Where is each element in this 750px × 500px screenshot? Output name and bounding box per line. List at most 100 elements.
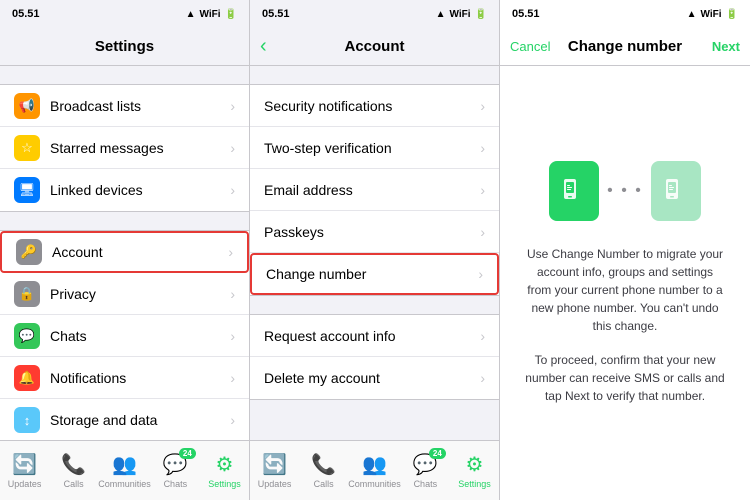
change-number-label: Change number	[266, 266, 478, 282]
signal-icon: ▲	[186, 9, 196, 20]
phone-icon-dark	[560, 177, 588, 205]
delete-account-item[interactable]: Delete my account ›	[250, 357, 499, 399]
communities-tab-label-2: Communities	[348, 479, 401, 489]
phone-card-dark	[549, 161, 599, 221]
change-number-desc1: Use Change Number to migrate your accoun…	[524, 245, 726, 335]
chats-tab-label: Chats	[164, 479, 188, 489]
settings-title: Settings	[95, 38, 154, 55]
passkeys-item[interactable]: Passkeys ›	[250, 211, 499, 253]
next-button[interactable]: Next	[712, 39, 740, 54]
status-bar-2: 05.51 ▲ WiFi 🔋	[250, 0, 499, 28]
calls-tab-icon: 📞	[61, 452, 86, 477]
account-panel: 05.51 ▲ WiFi 🔋 ‹ Account Security notifi…	[250, 0, 500, 500]
settings-tab-icon-2: ⚙	[465, 452, 483, 477]
change-number-nav-bar: Cancel Change number Next	[500, 28, 750, 66]
passkeys-label: Passkeys	[264, 224, 480, 240]
calls-tab-icon-2: 📞	[311, 452, 336, 477]
settings-tab-label-2: Settings	[458, 479, 491, 489]
wifi-icon-3: WiFi	[701, 9, 722, 20]
updates-tab-label: Updates	[8, 479, 42, 489]
email-chevron: ›	[480, 182, 485, 198]
broadcast-label: Broadcast lists	[50, 98, 230, 114]
storage-label: Storage and data	[50, 412, 230, 428]
chats-tab-label-2: Chats	[414, 479, 438, 489]
passkeys-chevron: ›	[480, 224, 485, 240]
signal-icon-2: ▲	[436, 9, 446, 20]
privacy-item[interactable]: 🔒 Privacy ›	[0, 273, 249, 315]
email-label: Email address	[264, 182, 480, 198]
email-address-item[interactable]: Email address ›	[250, 169, 499, 211]
phone-card-light	[651, 161, 701, 221]
chats-label: Chats	[50, 328, 230, 344]
linked-chevron: ›	[230, 182, 235, 198]
status-icons-3: ▲ WiFi 🔋	[687, 9, 738, 20]
change-number-content: • • • Use Change Number to migrate your …	[500, 66, 750, 500]
tab-updates[interactable]: 🔄 Updates	[0, 452, 49, 489]
linked-devices-item[interactable]: 🖥 Linked devices ›	[0, 169, 249, 211]
tab-chats-2[interactable]: 💬 24 Chats	[401, 452, 450, 489]
chats-tab-badge-container-2: 💬 24	[413, 452, 438, 477]
status-icons-2: ▲ WiFi 🔋	[436, 9, 487, 20]
notifications-item[interactable]: 🔔 Notifications ›	[0, 357, 249, 399]
tab-communities-2[interactable]: 👥 Communities	[348, 452, 401, 489]
wifi-icon-2: WiFi	[450, 9, 471, 20]
change-number-nav-title: Change number	[568, 38, 682, 55]
tab-calls[interactable]: 📞 Calls	[49, 452, 98, 489]
cancel-button[interactable]: Cancel	[510, 39, 550, 54]
storage-chevron: ›	[230, 412, 235, 428]
updates-tab-label-2: Updates	[258, 479, 292, 489]
delete-account-chevron: ›	[480, 370, 485, 386]
chats-item[interactable]: 💬 Chats ›	[0, 315, 249, 357]
tab-updates-2[interactable]: 🔄 Updates	[250, 452, 299, 489]
change-number-item[interactable]: Change number ›	[250, 253, 499, 295]
settings-tab-icon: ⚙	[215, 452, 233, 477]
security-chevron: ›	[480, 98, 485, 114]
account-item[interactable]: 🔑 Account ›	[0, 231, 249, 273]
account-nav-title: Account	[345, 38, 405, 55]
storage-item[interactable]: ↕ Storage and data ›	[0, 399, 249, 440]
broadcast-lists-item[interactable]: 📢 Broadcast lists ›	[0, 85, 249, 127]
two-step-item[interactable]: Two-step verification ›	[250, 127, 499, 169]
starred-label: Starred messages	[50, 140, 230, 156]
notifications-icon: 🔔	[14, 365, 40, 391]
starred-chevron: ›	[230, 140, 235, 156]
account-back-button[interactable]: ‹	[260, 35, 267, 58]
delete-account-label: Delete my account	[264, 370, 480, 386]
account-menu-list: 🔑 Account › 🔒 Privacy › 💬 Chats	[0, 230, 249, 440]
account-settings-section: Security notifications › Two-step verifi…	[250, 84, 499, 296]
change-number-chevron: ›	[478, 266, 483, 282]
communities-tab-icon-2: 👥	[362, 452, 387, 477]
notifications-chevron: ›	[230, 370, 235, 386]
tab-communities[interactable]: 👥 Communities	[98, 452, 151, 489]
account-settings-section2: Request account info › Delete my account…	[250, 314, 499, 400]
tab-settings-2[interactable]: ⚙ Settings	[450, 452, 499, 489]
starred-messages-item[interactable]: ☆ Starred messages ›	[0, 127, 249, 169]
chats-badge-2: 24	[429, 448, 446, 459]
status-bar-1: 05.51 ▲ WiFi 🔋	[0, 0, 249, 28]
tab-calls-2[interactable]: 📞 Calls	[299, 452, 348, 489]
settings-tab-bar: 🔄 Updates 📞 Calls 👥 Communities 💬 24 Cha…	[0, 440, 249, 500]
request-account-info-item[interactable]: Request account info ›	[250, 315, 499, 357]
updates-tab-icon-2: 🔄	[262, 452, 287, 477]
status-icons-1: ▲ WiFi 🔋	[186, 9, 237, 20]
settings-panel: 05.51 ▲ WiFi 🔋 Settings 📢 Broadcast list…	[0, 0, 250, 500]
change-number-panel: 05.51 ▲ WiFi 🔋 Cancel Change number Next	[500, 0, 750, 500]
two-step-chevron: ›	[480, 140, 485, 156]
request-info-chevron: ›	[480, 328, 485, 344]
security-notifications-item[interactable]: Security notifications ›	[250, 85, 499, 127]
settings-top-section: 📢 Broadcast lists › ☆ Starred messages ›…	[0, 84, 249, 212]
tab-settings[interactable]: ⚙ Settings	[200, 452, 249, 489]
communities-tab-label: Communities	[98, 479, 151, 489]
settings-content: 📢 Broadcast lists › ☆ Starred messages ›…	[0, 66, 249, 440]
storage-icon: ↕	[14, 407, 40, 433]
chats-tab-badge-container: 💬 24	[163, 452, 188, 477]
settings-nav-bar: Settings	[0, 28, 249, 66]
tab-chats[interactable]: 💬 24 Chats	[151, 452, 200, 489]
privacy-icon: 🔒	[14, 281, 40, 307]
communities-tab-icon: 👥	[112, 452, 137, 477]
chats-chevron: ›	[230, 328, 235, 344]
phone-icon-light	[662, 177, 690, 205]
broadcast-chevron: ›	[230, 98, 235, 114]
privacy-label: Privacy	[50, 286, 230, 302]
settings-tab-label: Settings	[208, 479, 241, 489]
